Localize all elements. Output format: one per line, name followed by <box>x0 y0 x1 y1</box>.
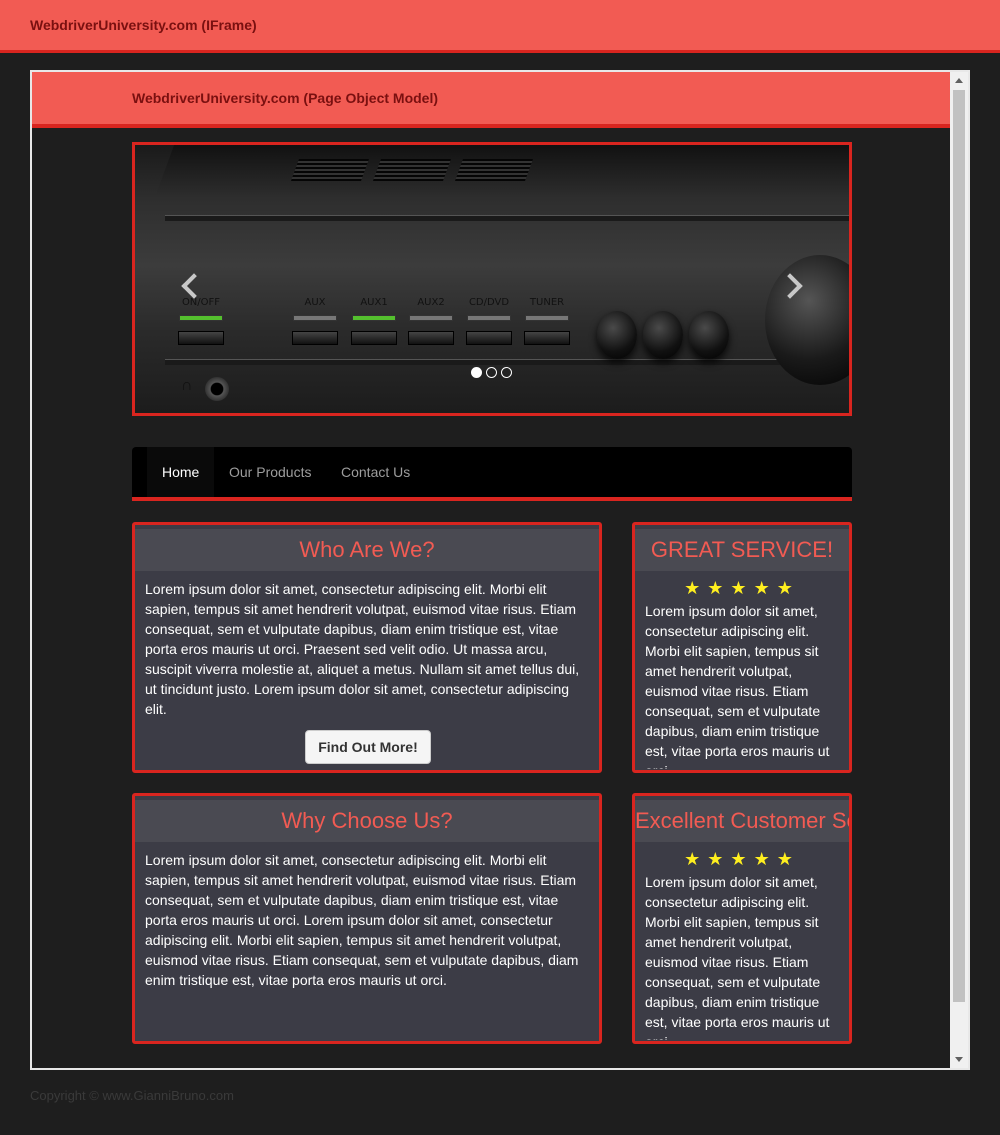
amp-knob <box>643 311 683 359</box>
great-service-title: GREAT SERVICE! <box>635 529 849 571</box>
who-are-we-text: Lorem ipsum dolor sit amet, consectetur … <box>145 581 580 717</box>
amp-label: ON/OFF <box>181 297 221 308</box>
why-choose-us-panel: Why Choose Us? Lorem ipsum dolor sit ame… <box>132 793 602 1044</box>
excellent-service-title: Excellent Customer Service! <box>635 800 849 842</box>
amp-trim <box>165 359 849 365</box>
amp-led <box>179 315 223 321</box>
nav-contact-us[interactable]: Contact Us <box>326 447 425 497</box>
amp-label: TUNER <box>529 297 565 308</box>
amp-vent <box>372 159 452 181</box>
who-are-we-title: Who Are We? <box>135 529 599 571</box>
amp-button <box>524 331 570 345</box>
amp-vent <box>290 159 370 181</box>
amp-led <box>409 315 453 321</box>
amp-label: AUX2 <box>417 297 445 308</box>
carousel: ON/OFF AUX AUX1 AUX2 CD/DVD TUNER ∩ <box>132 142 852 416</box>
inner-page-title: WebdriverUniversity.com (Page Object Mod… <box>132 90 439 106</box>
nav-our-products[interactable]: Our Products <box>214 447 326 497</box>
amp-led <box>525 315 569 321</box>
amp-button <box>178 331 224 345</box>
excellent-service-panel: Excellent Customer Service! ★★★★★ Lorem … <box>632 793 852 1044</box>
amp-led <box>293 315 337 321</box>
great-service-text: Lorem ipsum dolor sit amet, consectetur … <box>645 603 830 769</box>
why-choose-us-title: Why Choose Us? <box>135 800 599 842</box>
scroll-down-icon[interactable] <box>955 1057 963 1062</box>
who-are-we-panel: Who Are We? Lorem ipsum dolor sit amet, … <box>132 522 602 773</box>
iframe-frame: WebdriverUniversity.com (Page Object Mod… <box>30 70 970 1070</box>
great-service-panel: GREAT SERVICE! ★★★★★ Lorem ipsum dolor s… <box>632 522 852 773</box>
amp-knob <box>597 311 637 359</box>
amp-button <box>292 331 338 345</box>
amp-button <box>351 331 397 345</box>
star-rating: ★★★★★ <box>684 849 800 869</box>
amp-button <box>408 331 454 345</box>
carousel-indicator[interactable] <box>471 367 482 378</box>
scrollbar-thumb[interactable] <box>953 90 965 1002</box>
why-choose-us-text: Lorem ipsum dolor sit amet, consectetur … <box>145 852 579 988</box>
chevron-left-icon[interactable] <box>181 273 207 299</box>
find-out-more-button[interactable]: Find Out More! <box>305 730 431 764</box>
excellent-service-text: Lorem ipsum dolor sit amet, consectetur … <box>645 874 830 1040</box>
amp-led <box>467 315 511 321</box>
iframe-scrollbar[interactable] <box>950 72 968 1068</box>
nav-home[interactable]: Home <box>147 447 215 497</box>
scroll-up-icon[interactable] <box>955 78 963 83</box>
amp-led <box>352 315 396 321</box>
amp-trim <box>165 215 849 221</box>
amp-knob <box>689 311 729 359</box>
carousel-indicators <box>471 367 512 378</box>
carousel-indicator[interactable] <box>501 367 512 378</box>
amp-label: AUX1 <box>360 297 388 308</box>
amp-volume-knob <box>765 255 849 385</box>
outer-header: WebdriverUniversity.com (IFrame) <box>0 0 1000 53</box>
amp-label: AUX <box>304 297 326 308</box>
footer-copyright: Copyright © www.GianniBruno.com <box>30 1088 234 1103</box>
headphone-icon: ∩ <box>181 377 193 394</box>
headphone-jack-icon <box>205 377 229 401</box>
outer-page-title: WebdriverUniversity.com (IFrame) <box>30 17 257 33</box>
navbar: Home Our Products Contact Us <box>132 447 852 501</box>
amp-vent <box>454 159 534 181</box>
amp-label: CD/DVD <box>468 297 510 308</box>
inner-header: WebdriverUniversity.com (Page Object Mod… <box>32 72 952 128</box>
carousel-indicator[interactable] <box>486 367 497 378</box>
star-rating: ★★★★★ <box>684 578 800 598</box>
amp-button <box>466 331 512 345</box>
